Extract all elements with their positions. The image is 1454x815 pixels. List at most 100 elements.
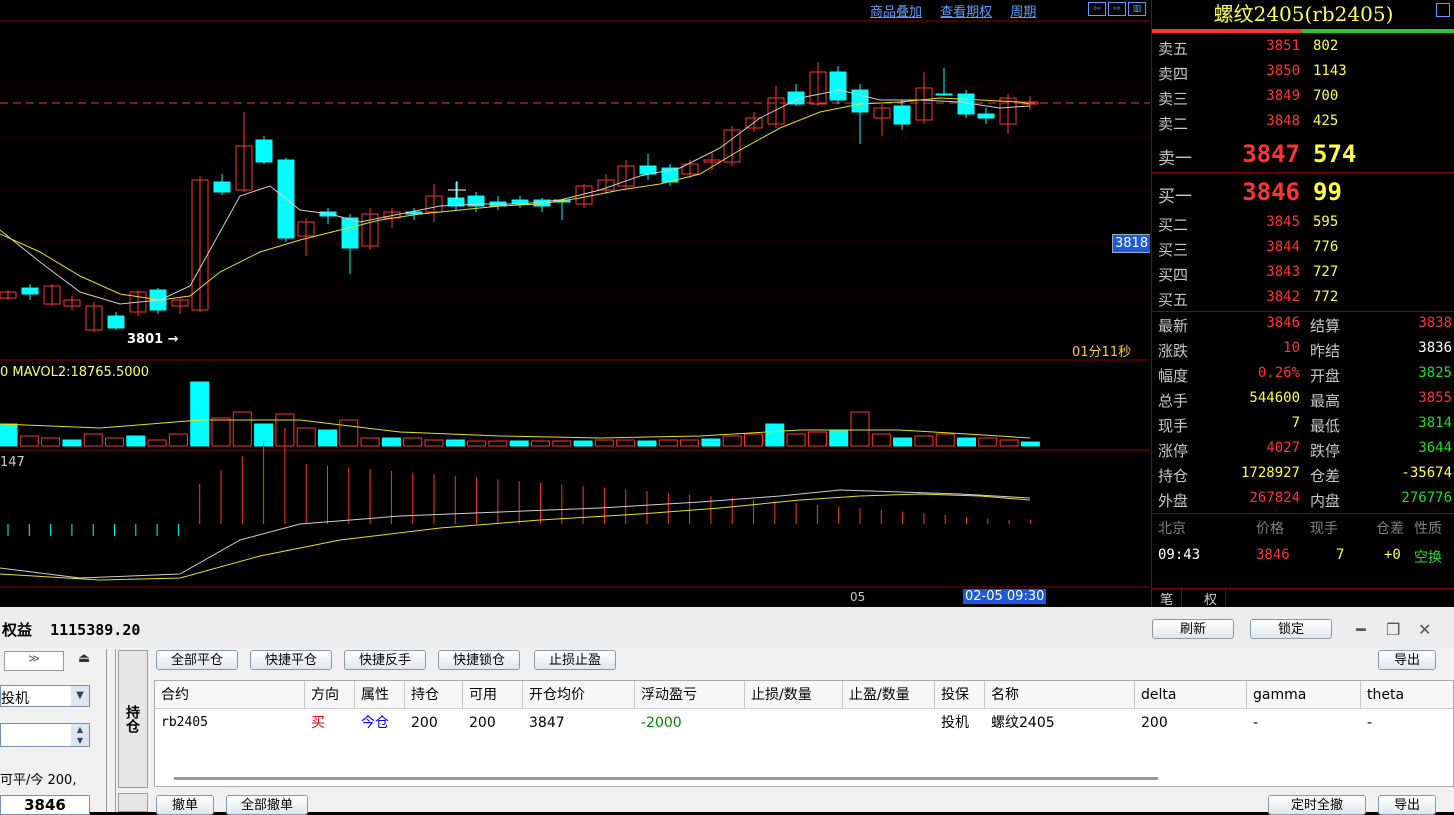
cell-position[interactable]: 200 bbox=[405, 709, 463, 737]
ask-level-4[interactable]: 卖四 3850 1143 bbox=[1158, 63, 1454, 88]
ask-level-1[interactable]: 卖一 3847 574 bbox=[1158, 140, 1454, 169]
quantity-stepper[interactable]: ▲ ▼ bbox=[0, 723, 90, 747]
column-header[interactable]: 持仓 bbox=[405, 681, 463, 709]
maximize-icon[interactable]: ❐ bbox=[1386, 620, 1400, 639]
cell-name[interactable]: 螺纹2405 bbox=[985, 709, 1135, 737]
column-header[interactable]: 止盈/数量 bbox=[843, 681, 935, 709]
macd-label: 147 bbox=[0, 455, 25, 470]
cell-direction[interactable]: 买 bbox=[305, 709, 355, 737]
column-header[interactable]: 浮动盈亏 bbox=[635, 681, 745, 709]
mavol-label: 0 MAVOL2:18765.5000 bbox=[0, 365, 150, 380]
bid-level-4[interactable]: 买四 3843 727 bbox=[1158, 264, 1454, 289]
cell-hedge[interactable]: 投机 bbox=[935, 709, 985, 737]
volume-bar bbox=[701, 438, 721, 447]
column-header[interactable]: 可用 bbox=[463, 681, 523, 709]
column-header[interactable]: delta bbox=[1135, 681, 1247, 709]
prev-icon[interactable]: ⇦ bbox=[1088, 2, 1106, 16]
pane-splitter[interactable] bbox=[106, 649, 116, 812]
tab-positions[interactable]: 持仓 bbox=[118, 650, 148, 788]
ask-level-3[interactable]: 卖三 3849 700 bbox=[1158, 88, 1454, 113]
stop-loss-profit-button[interactable]: 止损止盈 bbox=[534, 650, 616, 670]
cell-delta[interactable]: 200 bbox=[1135, 709, 1245, 737]
overlay-link[interactable]: 商品叠加 bbox=[870, 5, 922, 20]
refresh-button[interactable]: 刷新 bbox=[1152, 619, 1234, 639]
close-icon[interactable]: ✕ bbox=[1418, 620, 1431, 639]
volume-bar bbox=[722, 435, 742, 447]
bid-level-1[interactable]: 买一 3846 99 bbox=[1158, 178, 1454, 207]
cancel-all-button[interactable]: 全部撤单 bbox=[226, 795, 308, 815]
equity-display: 权益 1115389.20 bbox=[2, 621, 141, 639]
cell-pnl[interactable]: -2000 bbox=[635, 709, 745, 737]
ask-level-5[interactable]: 卖五 3851 802 bbox=[1158, 38, 1454, 63]
column-header[interactable]: 投保 bbox=[935, 681, 985, 709]
kline-chart[interactable]: 商品叠加 查看期权 周期 ⇦ ⇨ ▥ 3801 → 3818 01分11秒 0 … bbox=[0, 0, 1150, 607]
layout-icon[interactable]: ▥ bbox=[1128, 2, 1146, 16]
cell-avg-price[interactable]: 3847 bbox=[523, 709, 635, 737]
bid-level-3[interactable]: 买三 3844 776 bbox=[1158, 239, 1454, 264]
export-orders-button[interactable]: 导出 bbox=[1378, 795, 1436, 815]
candle-body bbox=[341, 217, 359, 249]
tab-rights[interactable]: 权 bbox=[1196, 589, 1227, 608]
cancel-order-button[interactable]: 撤单 bbox=[156, 795, 214, 815]
column-header[interactable]: 合约 bbox=[155, 681, 305, 709]
column-header[interactable]: 开仓均价 bbox=[523, 681, 635, 709]
column-header[interactable]: 止损/数量 bbox=[745, 681, 843, 709]
quick-lock-button[interactable]: 快捷锁仓 bbox=[438, 650, 520, 670]
price-tag: 3818 bbox=[1112, 234, 1150, 253]
volume-bar bbox=[381, 437, 401, 447]
period-link[interactable]: 周期 bbox=[1010, 5, 1036, 20]
volume-bar bbox=[573, 440, 593, 447]
column-header[interactable]: 属性 bbox=[355, 681, 405, 709]
export-positions-button[interactable]: 导出 bbox=[1378, 650, 1436, 670]
minimize-icon[interactable]: ━ bbox=[1356, 620, 1366, 639]
volume-bar bbox=[232, 411, 252, 447]
view-options-link[interactable]: 查看期权 bbox=[940, 5, 992, 20]
volume-bar bbox=[893, 437, 913, 447]
time-tag: 02-05 09:30 bbox=[963, 589, 1047, 604]
ask-level-2[interactable]: 卖二 3848 425 bbox=[1158, 113, 1454, 138]
chart-canvas[interactable] bbox=[0, 0, 1150, 607]
restore-icon[interactable] bbox=[1436, 3, 1450, 17]
quote-panel: 螺纹2405(rb2405) 卖五 3851 802 卖四 3850 1143 … bbox=[1151, 0, 1454, 608]
stat-row: 外盘 267824 内盘 276776 bbox=[1158, 490, 1452, 510]
bid-level-2[interactable]: 买二 3845 595 bbox=[1158, 214, 1454, 239]
quick-close-button[interactable]: 快捷平仓 bbox=[250, 650, 332, 670]
quick-reverse-button[interactable]: 快捷反手 bbox=[344, 650, 426, 670]
volume-bar bbox=[871, 433, 891, 447]
low-marker: 3801 → bbox=[127, 332, 179, 347]
volume-bar bbox=[999, 439, 1019, 447]
candle-body bbox=[255, 139, 273, 163]
timed-cancel-all-button[interactable]: 定时全撤 bbox=[1268, 795, 1366, 815]
chevron-down-icon[interactable]: ≫ bbox=[4, 651, 64, 671]
close-all-button[interactable]: 全部平仓 bbox=[156, 650, 238, 670]
x-axis-label: 05 bbox=[850, 590, 866, 604]
volume-bar bbox=[168, 433, 188, 447]
dropdown-icon[interactable]: ▼ bbox=[71, 686, 89, 706]
volume-bar bbox=[1020, 441, 1040, 447]
tab-ticks[interactable]: 笔 bbox=[1152, 589, 1183, 608]
hedge-select[interactable]: 投机 ▼ bbox=[0, 685, 90, 707]
column-header[interactable]: gamma bbox=[1247, 681, 1361, 709]
collapse-icon[interactable]: ⏏ bbox=[78, 651, 90, 666]
column-header[interactable]: theta bbox=[1361, 681, 1453, 709]
cell-available[interactable]: 200 bbox=[463, 709, 523, 737]
volume-bar bbox=[552, 440, 572, 447]
candle-body bbox=[21, 287, 39, 295]
price-input[interactable]: 3846 bbox=[0, 795, 90, 815]
column-header[interactable]: 方向 bbox=[305, 681, 355, 709]
volume-bar bbox=[488, 440, 508, 447]
cell-theta[interactable]: - bbox=[1361, 709, 1451, 737]
volume-bar bbox=[445, 439, 465, 447]
stepper-icon[interactable]: ▲ ▼ bbox=[71, 724, 89, 746]
candle-body bbox=[935, 93, 953, 96]
cell-gamma[interactable]: - bbox=[1247, 709, 1357, 737]
volume-bar bbox=[829, 429, 849, 447]
horizontal-scrollbar[interactable] bbox=[174, 777, 1158, 780]
cell-contract[interactable]: rb2405 bbox=[155, 709, 305, 737]
column-header[interactable]: 名称 bbox=[985, 681, 1135, 709]
next-icon[interactable]: ⇨ bbox=[1108, 2, 1126, 16]
volume-bar bbox=[424, 439, 444, 447]
cell-attr[interactable]: 今仓 bbox=[355, 709, 405, 737]
chart-icon-group: ⇦ ⇨ ▥ bbox=[1088, 2, 1146, 16]
lock-button[interactable]: 锁定 bbox=[1250, 619, 1332, 639]
